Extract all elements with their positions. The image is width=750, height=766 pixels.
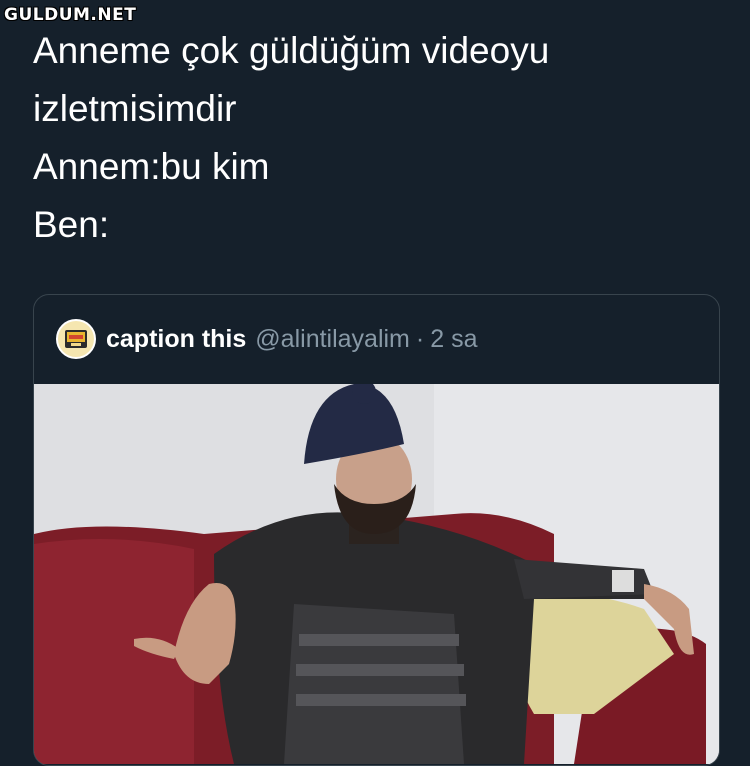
tweet-line: izletmisimdir [33,88,237,129]
timestamp[interactable]: 2 sa [430,325,477,354]
quoted-tweet-header: caption this @alintilayalim · 2 sa [56,319,477,359]
quoted-tweet-photo[interactable] [34,384,719,764]
separator-dot: · [415,324,425,353]
avatar-icon [65,330,87,348]
quoted-tweet-card[interactable]: caption this @alintilayalim · 2 sa [33,294,720,766]
user-handle[interactable]: @alintilayalim [255,325,410,354]
avatar[interactable] [56,319,96,359]
display-name[interactable]: caption this [106,325,246,354]
tweet-text: Anneme çok güldüğüm videoyu izletmisimdi… [33,22,730,254]
tweet-line: Annem:bu kim [33,146,270,187]
tweet-line: Anneme çok güldüğüm videoyu [33,30,550,71]
tweet-line: Ben: [33,204,110,245]
